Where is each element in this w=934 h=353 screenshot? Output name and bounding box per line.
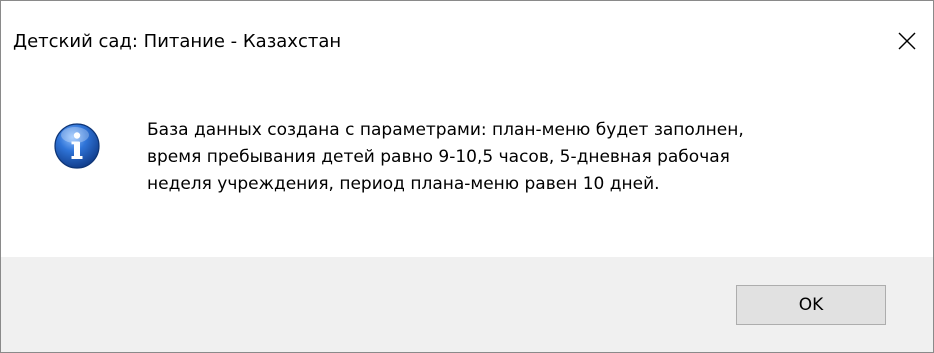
dialog-content: База данных создана с параметрами: план-… [1, 85, 933, 257]
title-bar: Детский сад: Питание - Казахстан [1, 1, 933, 85]
window-title: Детский сад: Питание - Казахстан [13, 31, 342, 52]
message-line: База данных создана с параметрами: план-… [147, 120, 744, 140]
ok-button[interactable]: OK [736, 285, 886, 325]
close-button[interactable] [881, 17, 933, 65]
message-text: База данных создана с параметрами: план-… [147, 117, 907, 198]
info-icon [54, 123, 100, 169]
button-bar: OK [1, 257, 933, 352]
message-dialog: Детский сад: Питание - Казахстан База да… [0, 0, 934, 353]
message-line: время пребывания детей равно 9-10,5 часо… [147, 147, 730, 167]
message-line: неделя учреждения, период плана-меню рав… [147, 174, 660, 194]
close-icon [898, 32, 916, 50]
